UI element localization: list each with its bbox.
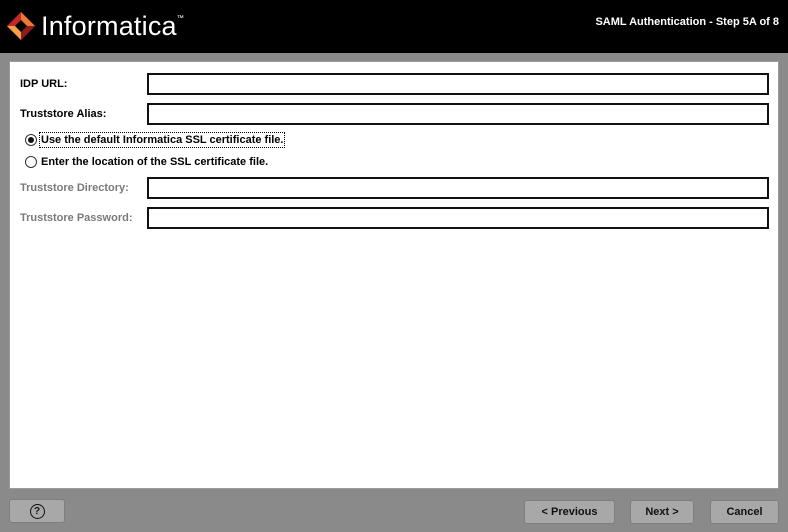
truststore-password-label: Truststore Password: [20, 212, 133, 224]
next-button[interactable]: Next > [630, 500, 694, 524]
truststore-alias-label: Truststore Alias: [20, 108, 107, 120]
custom-certificate-option[interactable]: Enter the location of the SSL certificat… [25, 154, 268, 170]
custom-certificate-radio[interactable] [25, 156, 37, 168]
truststore-password-row: Truststore Password: [10, 207, 780, 229]
truststore-alias-input[interactable] [147, 103, 769, 125]
content-panel: IDP URL: Truststore Alias: Use the defau… [9, 61, 779, 489]
cancel-button[interactable]: Cancel [710, 500, 779, 524]
idp-url-label: IDP URL: [20, 78, 68, 90]
default-certificate-option[interactable]: Use the default Informatica SSL certific… [25, 132, 286, 148]
previous-button[interactable]: < Previous [524, 500, 615, 524]
default-certificate-radio[interactable] [25, 134, 37, 146]
help-icon: ? [29, 503, 45, 519]
default-certificate-label[interactable]: Use the default Informatica SSL certific… [38, 132, 286, 148]
step-title: SAML Authentication - Step 5A of 8 [595, 16, 779, 28]
header-bar: Informatica ™ SAML Authentication - Step… [0, 0, 788, 53]
truststore-password-input[interactable] [147, 207, 769, 229]
logo-text: Informatica [41, 10, 177, 41]
informatica-diamond-icon [7, 12, 35, 40]
truststore-directory-label: Truststore Directory: [20, 182, 129, 194]
truststore-directory-input[interactable] [147, 177, 769, 199]
informatica-logo: Informatica ™ [6, 11, 184, 41]
idp-url-input[interactable] [147, 73, 769, 95]
custom-certificate-label[interactable]: Enter the location of the SSL certificat… [41, 156, 268, 168]
logo-trademark: ™ [176, 15, 184, 22]
truststore-alias-row: Truststore Alias: [10, 103, 780, 125]
idp-url-row: IDP URL: [10, 73, 780, 95]
truststore-directory-row: Truststore Directory: [10, 177, 780, 199]
help-button[interactable]: ? [9, 499, 65, 523]
